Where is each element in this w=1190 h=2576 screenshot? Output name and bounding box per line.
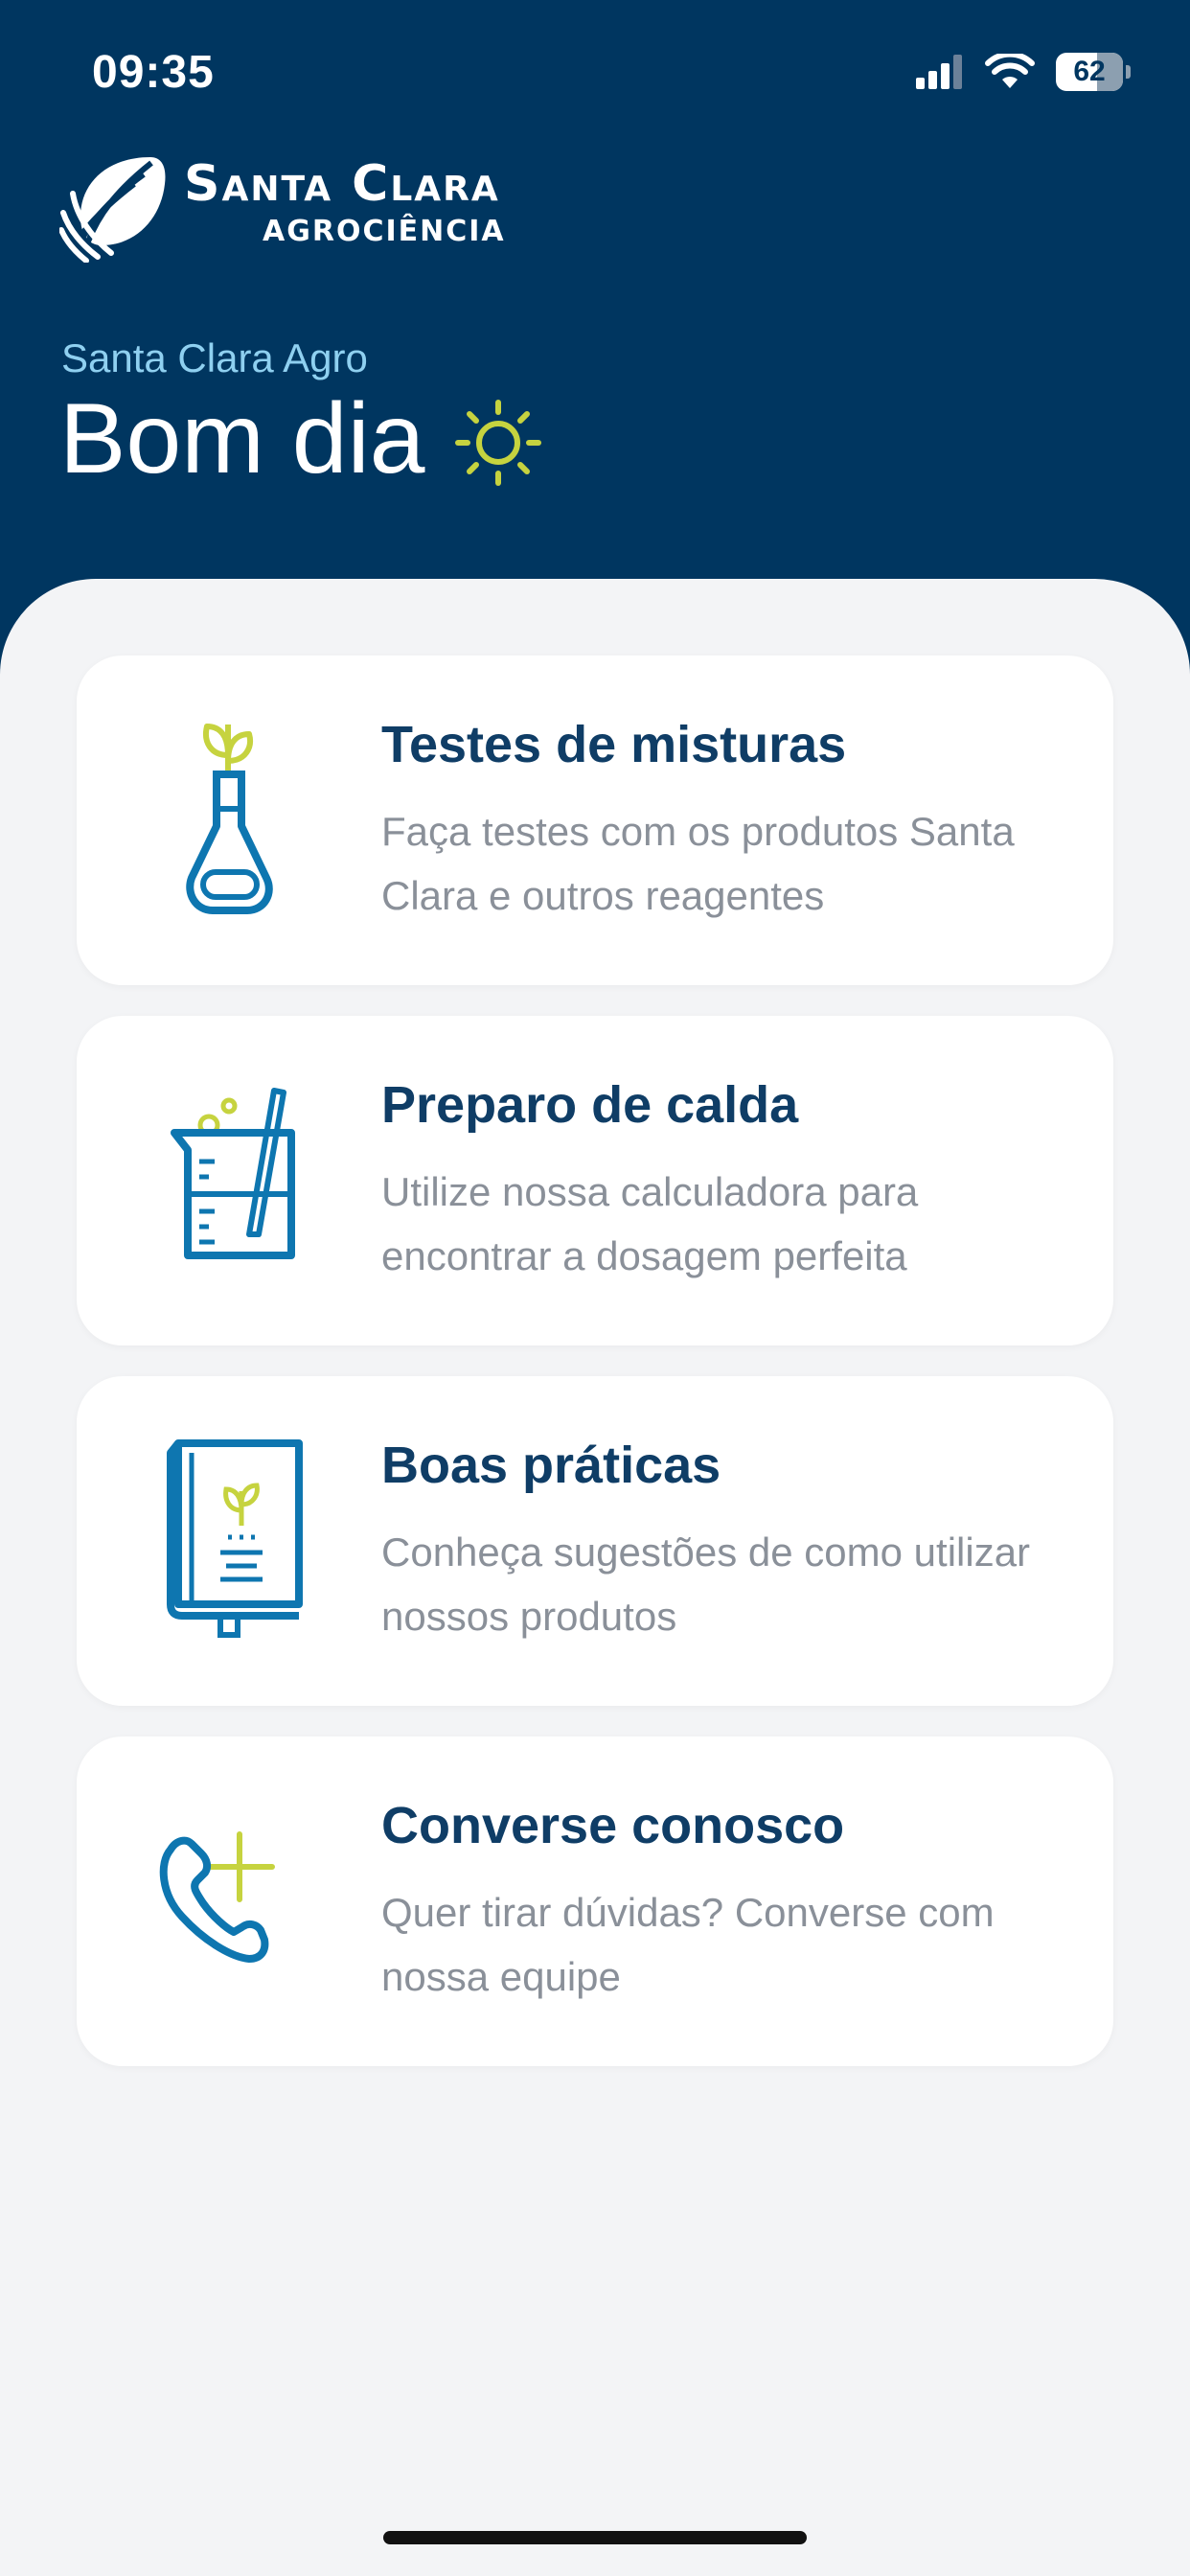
beaker-calculator-icon xyxy=(171,1088,295,1259)
signal-icon xyxy=(916,55,962,89)
battery-percent: 62 xyxy=(1073,56,1106,87)
wifi-icon xyxy=(985,54,1035,88)
flask-plant-icon xyxy=(186,724,273,914)
phone-plus-icon xyxy=(159,1831,275,1963)
card-boas-praticas[interactable]: Boas práticas Conheça sugestões de como … xyxy=(77,1376,1113,1706)
status-time: 09:35 xyxy=(92,47,215,98)
book-icon xyxy=(167,1439,303,1638)
home-indicator[interactable] xyxy=(383,2531,807,2544)
card-description: Quer tirar dúvidas? Converse com nossa e… xyxy=(381,1890,995,1999)
status-icons: 62 xyxy=(916,53,1131,91)
card-title: Testes de misturas xyxy=(381,716,847,773)
card-description: Conheça sugestões de como utilizar nosso… xyxy=(381,1530,1031,1639)
sun-icon xyxy=(455,400,541,486)
card-description: Utilize nossa calculadora para encontrar… xyxy=(381,1169,919,1278)
battery-icon: 62 xyxy=(1056,53,1131,91)
greeting-subtitle: Santa Clara Agro xyxy=(61,335,368,380)
card-preparo-de-calda[interactable]: Preparo de calda Utilize nossa calculado… xyxy=(77,1016,1113,1346)
card-title: Preparo de calda xyxy=(381,1076,799,1134)
card-description: Faça testes com os produtos Santa Clara … xyxy=(381,809,1015,918)
leaf-logo-icon xyxy=(59,157,166,263)
status-bar: 09:35 62 xyxy=(0,0,1190,153)
card-title: Boas práticas xyxy=(381,1437,721,1494)
brand-subtitle: AGROCIÊNCIA xyxy=(263,215,506,248)
greeting-title: Bom dia xyxy=(59,383,425,494)
card-testes-de-misturas[interactable]: Testes de misturas Faça testes com os pr… xyxy=(77,656,1113,985)
card-title: Converse conosco xyxy=(381,1797,845,1854)
brand-name: Santa Clara xyxy=(184,155,500,213)
card-converse-conosco[interactable]: Converse conosco Quer tirar dúvidas? Con… xyxy=(77,1736,1113,2066)
